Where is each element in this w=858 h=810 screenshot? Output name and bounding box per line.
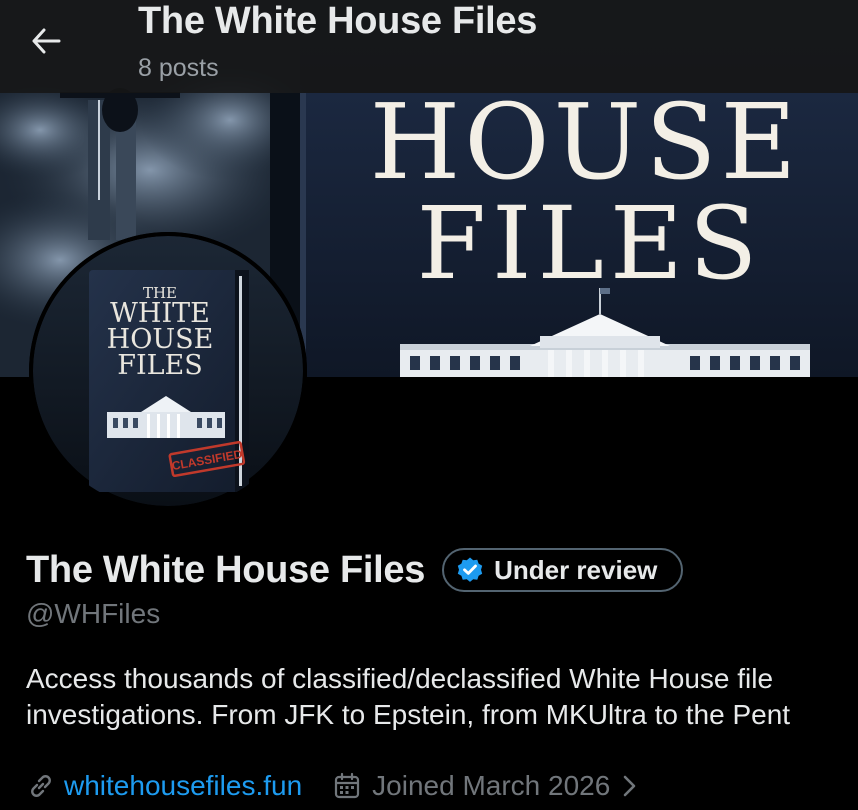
back-button[interactable] (22, 20, 70, 62)
profile-header: The White House Files 8 posts (0, 0, 858, 93)
bio-line-2: investigations. From JFK to Epstein, fro… (26, 699, 791, 730)
joined-date[interactable]: Joined March 2026 (332, 770, 642, 802)
website-link-text[interactable]: whitehousefiles.fun (64, 770, 302, 802)
verification-status-pill[interactable]: Under review (442, 548, 684, 592)
profile-meta: whitehousefiles.fun Joined March 2026 (26, 766, 642, 806)
arrow-left-icon (32, 28, 61, 54)
link-icon (31, 775, 51, 797)
verification-label: Under review (494, 554, 658, 585)
calendar-icon (335, 772, 360, 799)
post-count: 8 posts (138, 54, 219, 82)
bio-line-1: Access thousands of classified/declassif… (26, 663, 774, 694)
website-link[interactable]: whitehousefiles.fun (26, 770, 302, 802)
banner-title-line2: FILES (417, 185, 764, 302)
verified-badge-icon (457, 557, 483, 582)
profile-page: HOUSE FILES The White House Files 8 post… (0, 0, 858, 810)
header-title: The White House Files (138, 0, 538, 42)
bio: Access thousands of classified/declassif… (26, 661, 858, 733)
name-row: The White House Files Under review (26, 545, 684, 595)
chevron-right-icon (624, 775, 636, 797)
handle: @WHFiles (26, 598, 161, 629)
avatar-artwork: THE WHITE HOUSE FILES CLASSIFIED (29, 232, 307, 510)
avatar[interactable]: THE WHITE HOUSE FILES CLASSIFIED (29, 232, 307, 510)
joined-date-text: Joined March 2026 (372, 770, 611, 801)
avatar-title-line3: FILES (117, 350, 203, 381)
display-name: The White House Files (26, 548, 426, 591)
